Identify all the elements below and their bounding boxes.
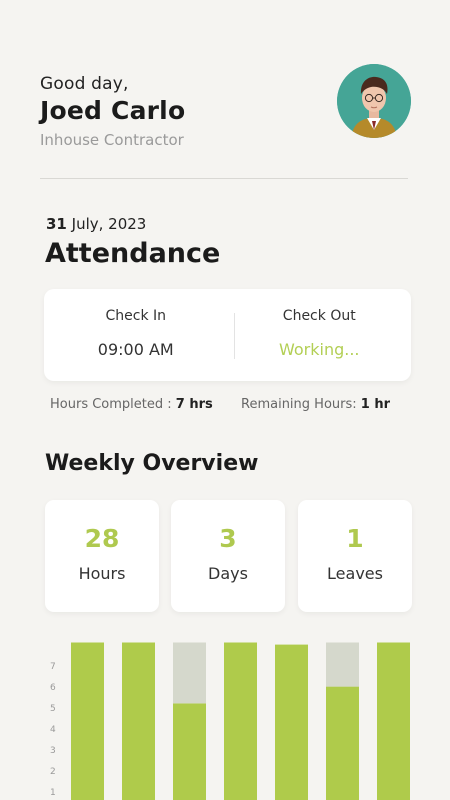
bar-hours-worked[interactable] xyxy=(275,644,308,800)
avatar[interactable] xyxy=(337,64,411,138)
bar-hours-worked[interactable] xyxy=(173,703,206,800)
stat-days-value: 3 xyxy=(219,524,237,553)
hours-completed-value: 7 hrs xyxy=(175,397,213,412)
header: Good day, Joed Carlo Inhouse Contractor xyxy=(40,74,185,149)
date-month-year: July, 2023 xyxy=(71,215,147,233)
stat-hours-label: Hours xyxy=(78,564,126,583)
bar-hours-remaining[interactable] xyxy=(173,642,206,704)
user-role: Inhouse Contractor xyxy=(40,131,184,149)
stat-leaves-value: 1 xyxy=(346,524,364,553)
hours-completed-label: Hours Completed : xyxy=(50,397,172,412)
check-in-label: Check In xyxy=(105,308,167,324)
bar-hours-worked[interactable] xyxy=(122,642,155,800)
check-out-label: Check Out xyxy=(282,308,356,324)
remaining-hours: Remaining Hours: 1 hr xyxy=(241,397,390,412)
stat-days-label: Days xyxy=(208,564,248,583)
header-divider xyxy=(40,178,408,179)
y-tick-label: 4 xyxy=(50,725,56,735)
bar-hours-worked[interactable] xyxy=(224,642,257,800)
y-tick-label: 1 xyxy=(50,788,56,798)
attendance-title: Attendance xyxy=(45,238,221,269)
date-day: 31 xyxy=(46,215,67,233)
stat-card-days[interactable]: 3 Days xyxy=(171,500,285,612)
greeting-text: Good day, xyxy=(40,74,129,94)
stat-card-leaves[interactable]: 1 Leaves xyxy=(298,500,412,612)
bar-hours-remaining[interactable] xyxy=(326,642,359,687)
check-in-out-card: Check In 09:00 AM Check Out Working... xyxy=(44,289,411,381)
remaining-hours-label: Remaining Hours: xyxy=(241,397,357,412)
check-out-status: Working... xyxy=(278,340,360,359)
bar-hours-worked[interactable] xyxy=(71,642,104,800)
check-out-section[interactable]: Check Out Working... xyxy=(228,289,412,381)
y-tick-label: 3 xyxy=(50,746,56,756)
bar-hours-worked[interactable] xyxy=(326,686,359,800)
check-in-time: 09:00 AM xyxy=(97,340,174,359)
weekly-overview-title: Weekly Overview xyxy=(45,451,259,476)
user-name: Joed Carlo xyxy=(40,96,186,125)
stat-leaves-label: Leaves xyxy=(327,564,383,583)
hours-completed: Hours Completed : 7 hrs xyxy=(50,397,213,412)
attendance-date: 31 July, 2023 xyxy=(46,215,146,233)
stat-card-hours[interactable]: 28 Hours xyxy=(45,500,159,612)
check-in-section[interactable]: Check In 09:00 AM xyxy=(44,289,228,381)
remaining-hours-value: 1 hr xyxy=(360,397,391,412)
weekly-hours-chart: 1 2 3 4 5 6 7 xyxy=(50,642,410,800)
stat-hours-value: 28 xyxy=(84,524,120,553)
y-tick-label: 6 xyxy=(50,683,56,693)
user-avatar-icon xyxy=(337,64,411,138)
y-tick-label: 2 xyxy=(50,767,56,777)
y-tick-label: 5 xyxy=(50,704,56,714)
y-tick-label: 7 xyxy=(50,662,56,672)
bar-hours-worked[interactable] xyxy=(377,642,410,800)
